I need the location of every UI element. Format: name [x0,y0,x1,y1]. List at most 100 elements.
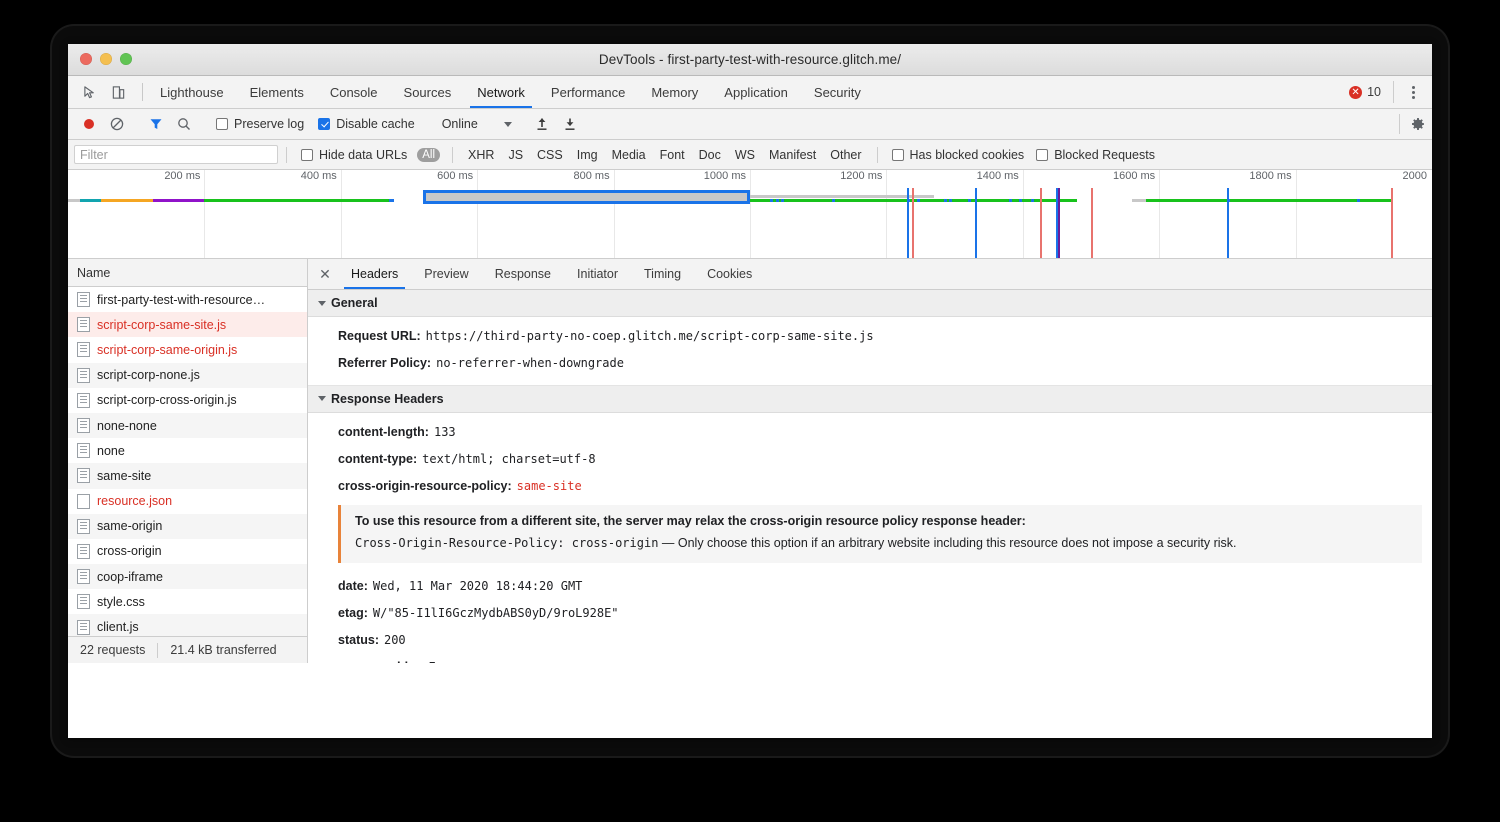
header-value: same-site [512,478,582,494]
checkbox-box [1036,149,1048,161]
network-overview[interactable]: 200 ms400 ms600 ms800 ms1000 ms1200 ms14… [68,170,1432,259]
tab-network[interactable]: Network [464,76,538,108]
header-key: cross-origin-resource-policy: [338,478,512,495]
settings-button[interactable] [1399,114,1426,134]
preserve-log-checkbox[interactable]: Preserve log [210,117,310,131]
export-har-icon[interactable] [557,111,583,137]
type-filter-other[interactable]: Other [823,148,868,162]
type-filter-media[interactable]: Media [605,148,653,162]
overview-event-line [1058,188,1060,259]
overview-event-line [1056,188,1058,259]
overview-selection-window[interactable] [423,190,750,204]
detail-tab-response[interactable]: Response [482,259,564,289]
document-icon [77,468,90,483]
request-row[interactable]: none-none [68,413,307,438]
request-row[interactable]: client.js [68,614,307,636]
request-name: cross-origin [97,544,162,558]
request-name: same-origin [97,519,162,533]
type-filter-manifest[interactable]: Manifest [762,148,823,162]
header-row: date: Wed, 11 Mar 2020 18:44:20 GMT [308,573,1432,600]
json-file-icon [77,494,90,509]
header-key: content-length: [338,424,429,441]
overview-request-dot [949,199,952,202]
overview-tick-label: 1400 ms [977,170,1023,182]
close-window-button[interactable] [80,53,92,65]
inspect-element-icon[interactable] [78,80,102,104]
tab-application[interactable]: Application [711,76,801,108]
filter-divider-1 [286,147,287,163]
blocked-requests-label: Blocked Requests [1054,148,1155,162]
filter-input[interactable]: Filter [74,145,278,164]
close-icon[interactable]: ✕ [312,259,338,289]
type-filter-ws[interactable]: WS [728,148,762,162]
type-filter-img[interactable]: Img [570,148,605,162]
request-row[interactable]: cross-origin [68,539,307,564]
tab-security[interactable]: Security [801,76,874,108]
tab-sources[interactable]: Sources [391,76,465,108]
header-key: date: [338,578,368,595]
request-row[interactable]: none [68,438,307,463]
detail-tab-preview[interactable]: Preview [411,259,481,289]
request-row[interactable]: same-origin [68,514,307,539]
detail-tab-timing[interactable]: Timing [631,259,694,289]
detail-tab-cookies[interactable]: Cookies [694,259,765,289]
request-row[interactable]: same-site [68,463,307,488]
overview-request-segment [204,199,388,202]
throttling-select[interactable]: Online [434,117,516,131]
request-row[interactable]: script-corp-same-site.js [68,312,307,337]
tab-lighthouse[interactable]: Lighthouse [147,76,237,108]
search-icon[interactable] [171,111,197,137]
blocked-requests-checkbox[interactable]: Blocked Requests [1030,148,1161,162]
has-blocked-cookies-checkbox[interactable]: Has blocked cookies [886,148,1031,162]
detail-tab-headers[interactable]: Headers [338,259,411,289]
window-controls[interactable] [80,53,132,65]
record-button-icon[interactable] [76,111,102,137]
tab-console[interactable]: Console [317,76,391,108]
type-filter-css[interactable]: CSS [530,148,570,162]
tab-performance[interactable]: Performance [538,76,638,108]
type-filter-doc[interactable]: Doc [692,148,728,162]
overview-gridline [1296,170,1297,258]
type-filter-font[interactable]: Font [653,148,692,162]
section-header-general[interactable]: General [308,290,1432,317]
request-row[interactable]: resource.json [68,489,307,514]
request-name: resource.json [97,494,172,508]
tab-elements[interactable]: Elements [237,76,317,108]
checkbox-box [318,118,330,130]
request-row[interactable]: script-corp-same-origin.js [68,337,307,362]
type-filter-js[interactable]: JS [501,148,530,162]
section-header-response-headers[interactable]: Response Headers [308,386,1432,413]
import-har-icon[interactable] [529,111,555,137]
overview-request-dot [1009,199,1012,202]
header-value: 200 [379,632,406,648]
request-row[interactable]: script-corp-none.js [68,363,307,388]
type-filter-all[interactable]: All [417,148,440,162]
header-key: content-type: [338,451,417,468]
request-row[interactable]: style.css [68,589,307,614]
overview-event-line [975,188,977,259]
request-name: style.css [97,595,145,609]
overview-request-segment [80,199,100,202]
type-filter-xhr[interactable]: XHR [461,148,501,162]
maximize-window-button[interactable] [120,53,132,65]
tab-label: Network [477,85,525,100]
error-count-badge[interactable]: ✕ 10 [1349,85,1389,99]
checkbox-box [892,149,904,161]
filter-funnel-icon[interactable] [143,111,169,137]
request-row[interactable]: script-corp-cross-origin.js [68,388,307,413]
request-row[interactable]: coop-iframe [68,564,307,589]
detail-tab-label: Headers [351,267,398,281]
overview-request-segment [68,199,80,202]
kebab-menu-icon[interactable] [1393,81,1424,103]
request-list-header[interactable]: Name [68,259,307,287]
disable-cache-checkbox[interactable]: Disable cache [312,117,421,131]
clear-network-log-icon[interactable] [104,111,130,137]
device-toolbar-icon[interactable] [106,80,130,104]
request-row[interactable]: first-party-test-with-resource… [68,287,307,312]
tab-memory[interactable]: Memory [638,76,711,108]
detail-tab-initiator[interactable]: Initiator [564,259,631,289]
minimize-window-button[interactable] [100,53,112,65]
hide-data-urls-checkbox[interactable]: Hide data URLs [295,148,413,162]
window-titlebar: DevTools - first-party-test-with-resourc… [68,44,1432,76]
request-name: script-corp-cross-origin.js [97,393,237,407]
